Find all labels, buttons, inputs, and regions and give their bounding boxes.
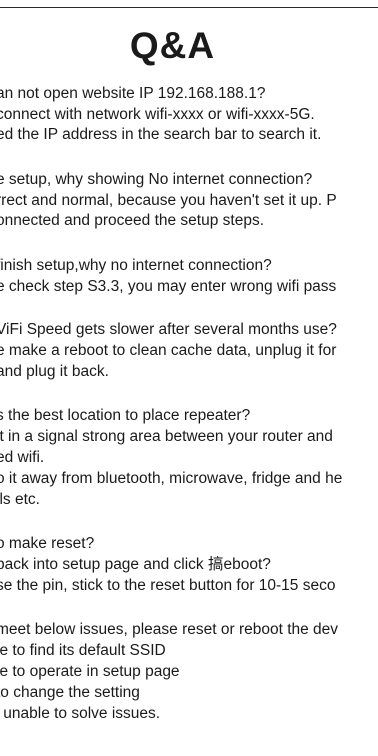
page-title: Q&A	[129, 25, 216, 66]
text-line: ViFi Speed gets slower after several mon…	[0, 321, 337, 338]
text-line: and plug it back.	[0, 363, 109, 380]
text-line: le to find its default SSID	[0, 642, 166, 659]
text-line: e setup, why showing No internet connect…	[0, 171, 313, 188]
text-line: le to operate in setup page	[0, 663, 180, 680]
text-line: se the pin, stick to the reset button fo…	[0, 577, 336, 594]
text-line: connect with network wifi-xxxx or wifi-x…	[0, 106, 315, 123]
text-line: rrect and normal, because you haven't se…	[0, 192, 337, 209]
top-rule	[0, 7, 378, 8]
text-line: finish setup,why no internet connection?	[0, 257, 272, 274]
text-line: ed wifi.	[0, 449, 45, 466]
text-line: ' unable to solve issues.	[0, 705, 161, 722]
text-line: onnected and proceed the setup steps.	[0, 212, 265, 229]
text-line: to change the setting	[0, 684, 140, 701]
text-line: e make a reboot to clean cache data, unp…	[0, 342, 337, 359]
text-line: back into setup page and click 搞eboot?	[0, 556, 271, 573]
text-line: lls etc.	[0, 491, 40, 508]
text-line: s the best location to place repeater?	[0, 407, 251, 424]
text-line: ed the IP address in the search bar to s…	[0, 126, 322, 143]
text-line: e check step S3.3, you may enter wrong w…	[0, 278, 337, 295]
text-line: it in a signal strong area between your …	[0, 428, 333, 445]
text-line: an not open website IP 192.168.188.1?	[0, 85, 266, 102]
text-line: o it away from bluetooth, microwave, fri…	[0, 470, 343, 487]
text-line: o make reset?	[0, 535, 95, 552]
text-line: meet below issues, please reset or reboo…	[0, 621, 339, 638]
